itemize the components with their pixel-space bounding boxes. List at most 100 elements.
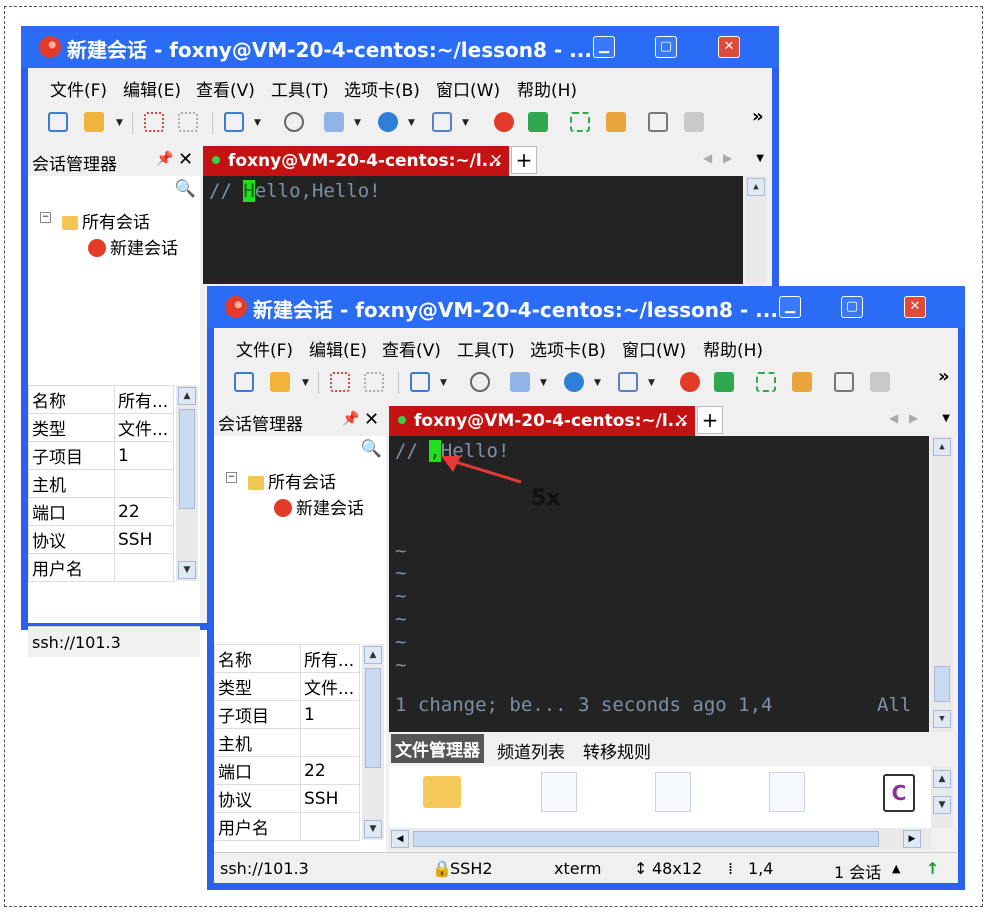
tab-prev-icon[interactable]: ◀	[889, 411, 898, 425]
terminal-scrollbar[interactable]: ▲	[745, 176, 767, 284]
upload-arrow-icon[interactable]: ↑	[926, 859, 939, 878]
globe-icon[interactable]	[378, 112, 398, 132]
globe-dropdown-icon[interactable]: ▼	[408, 118, 415, 128]
menu-file[interactable]: 文件(F)	[236, 336, 293, 361]
toolbar-more-icon[interactable]: »	[938, 366, 950, 387]
properties-icon[interactable]	[224, 112, 244, 132]
tab-menu-icon[interactable]: ▼	[756, 153, 764, 164]
scroll-up-icon[interactable]: ▲	[178, 387, 196, 405]
scroll-up-icon[interactable]: ▲	[747, 178, 765, 196]
pin-icon[interactable]: 📌	[342, 411, 359, 427]
open-dropdown-icon[interactable]: ▼	[116, 118, 123, 128]
tab-next-icon[interactable]: ▶	[909, 411, 918, 425]
open-folder-icon[interactable]	[270, 372, 290, 392]
highlight-icon[interactable]	[684, 112, 704, 132]
scroll-left-icon[interactable]: ◀	[391, 830, 409, 848]
font-icon[interactable]	[618, 372, 638, 392]
tab-prev-icon[interactable]: ◀	[703, 151, 712, 165]
scroll-down-icon[interactable]: ▼	[933, 710, 951, 728]
toolbar-more-icon[interactable]: »	[752, 106, 764, 127]
folder-icon[interactable]	[423, 776, 461, 808]
search-icon[interactable]: 🔍	[175, 179, 196, 199]
connect-icon[interactable]	[144, 112, 164, 132]
open-dropdown-icon[interactable]: ▼	[302, 378, 309, 388]
menu-edit[interactable]: 编辑(E)	[123, 76, 181, 101]
menu-tools[interactable]: 工具(T)	[457, 336, 515, 361]
scroll-up-icon[interactable]: ▲	[364, 646, 382, 664]
open-folder-icon[interactable]	[84, 112, 104, 132]
menu-help[interactable]: 帮助(H)	[517, 76, 577, 101]
session-search-input[interactable]: 🔍	[28, 176, 200, 205]
font-dropdown-icon[interactable]: ▼	[462, 118, 469, 128]
keyboard-icon[interactable]	[834, 372, 854, 392]
new-tab-button[interactable]: +	[511, 146, 537, 174]
menu-view[interactable]: 查看(V)	[196, 76, 255, 101]
terminal-scrollbar[interactable]: ▲ ▼	[931, 436, 953, 732]
minimize-button[interactable]: ▁	[593, 36, 615, 58]
file-icon[interactable]	[541, 772, 577, 812]
hscroll-thumb[interactable]	[413, 831, 879, 847]
scroll-up-icon[interactable]: ▲	[933, 438, 951, 456]
new-session-icon[interactable]	[48, 112, 68, 132]
minimize-button[interactable]: ▁	[779, 296, 801, 318]
scroll-down-icon[interactable]: ▼	[178, 561, 196, 579]
file-manager-scrollbar[interactable]: ▲ ▼	[931, 766, 953, 828]
xftp-icon[interactable]	[714, 372, 734, 392]
tab-menu-icon[interactable]: ▼	[942, 413, 950, 424]
scroll-right-icon[interactable]: ▶	[903, 830, 921, 848]
lock-icon[interactable]	[792, 372, 812, 392]
new-tab-button[interactable]: +	[697, 406, 723, 434]
menu-file[interactable]: 文件(F)	[50, 76, 107, 101]
xshell-icon[interactable]	[680, 372, 700, 392]
scroll-thumb[interactable]	[365, 668, 381, 768]
tree-root-all-sessions[interactable]: 所有会话	[62, 208, 150, 233]
file-manager-hscrollbar[interactable]: ◀ ▶	[389, 828, 931, 850]
properties-dropdown-icon[interactable]: ▼	[254, 118, 261, 128]
menu-tabs[interactable]: 选项卡(B)	[344, 76, 420, 101]
transfer-icon[interactable]	[324, 112, 344, 132]
tree-item-new-session[interactable]: 新建会话	[274, 494, 364, 519]
status-sessions[interactable]: 1 会话	[834, 859, 881, 883]
tab-close-icon[interactable]: ×	[489, 150, 503, 170]
scroll-down-icon[interactable]: ▼	[364, 820, 382, 838]
close-button[interactable]: ✕	[904, 296, 926, 318]
title-bar[interactable]: 新建会话 - foxny@VM-20-4-centos:~/lesson8 - …	[21, 26, 779, 68]
file-icon[interactable]	[769, 772, 805, 812]
lock-icon[interactable]	[606, 112, 626, 132]
file-icon[interactable]	[655, 772, 691, 812]
sessions-dropdown-icon[interactable]: ▲	[892, 862, 900, 875]
c-file-icon[interactable]: C	[883, 774, 915, 812]
tree-item-new-session[interactable]: 新建会话	[88, 234, 178, 259]
properties-dropdown-icon[interactable]: ▼	[440, 378, 447, 388]
globe-dropdown-icon[interactable]: ▼	[594, 378, 601, 388]
menu-window[interactable]: 窗口(W)	[622, 336, 686, 361]
search-icon[interactable]: 🔍	[361, 439, 382, 459]
tree-root-all-sessions[interactable]: 所有会话	[248, 468, 336, 493]
close-pane-icon[interactable]: ✕	[364, 409, 379, 430]
tab-next-icon[interactable]: ▶	[723, 151, 732, 165]
globe-icon[interactable]	[564, 372, 584, 392]
search-icon[interactable]	[284, 112, 304, 132]
close-button[interactable]: ✕	[718, 36, 740, 58]
menu-tools[interactable]: 工具(T)	[271, 76, 329, 101]
xftp-icon[interactable]	[528, 112, 548, 132]
font-dropdown-icon[interactable]: ▼	[648, 378, 655, 388]
menu-help[interactable]: 帮助(H)	[703, 336, 763, 361]
new-session-icon[interactable]	[234, 372, 254, 392]
properties-scrollbar[interactable]: ▲ ▼	[362, 644, 384, 840]
maximize-button[interactable]: ▢	[655, 36, 677, 58]
maximize-button[interactable]: ▢	[841, 296, 863, 318]
keyboard-icon[interactable]	[648, 112, 668, 132]
menu-window[interactable]: 窗口(W)	[436, 76, 500, 101]
terminal-view[interactable]: // Hello,Hello! ▲	[203, 176, 767, 284]
collapse-icon[interactable]: −	[226, 472, 237, 483]
transfer-dropdown-icon[interactable]: ▼	[354, 118, 361, 128]
disconnect-icon[interactable]	[178, 112, 198, 132]
session-tab[interactable]: foxny@VM-20-4-centos:~/l... ×	[203, 146, 509, 176]
transfer-icon[interactable]	[510, 372, 530, 392]
terminal-view[interactable]: // ,Hello! ~ ~ ~ ~ ~ ~ 1 change; be... 3…	[389, 436, 953, 732]
tab-transfer-rules[interactable]: 转移规则	[583, 738, 651, 763]
pin-icon[interactable]: 📌	[156, 151, 173, 167]
scroll-down-icon[interactable]: ▼	[933, 796, 951, 814]
scroll-thumb[interactable]	[179, 409, 195, 509]
